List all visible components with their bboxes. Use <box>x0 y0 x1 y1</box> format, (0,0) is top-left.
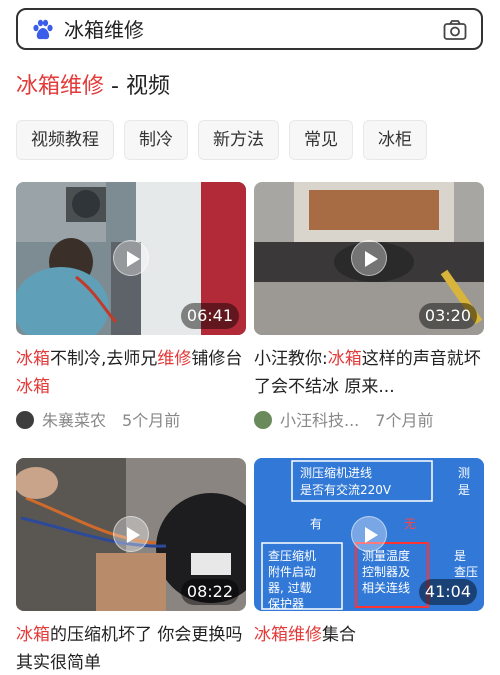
title-text: 铺修台 <box>191 349 243 369</box>
thumb-text: 保护器 <box>268 597 304 611</box>
section-title: 冰箱维修 - 视频 <box>16 72 170 102</box>
play-icon[interactable] <box>113 516 149 552</box>
title-text: 的压缩机坏了 你会更换吗 其实很简单 <box>16 625 243 673</box>
video-meta: 朱襄菜农 5个月前 <box>16 409 246 433</box>
video-title[interactable]: 冰箱维修集合 <box>254 621 484 675</box>
video-card[interactable]: 03:20 小汪教你:冰箱这样的声音就坏了会不结冰 原来... 小汪科技... 7… <box>254 182 484 433</box>
video-thumbnail[interactable]: 06:41 <box>16 182 246 335</box>
video-thumbnail[interactable]: 08:22 <box>16 458 246 611</box>
filter-chips: 视频教程 制冷 新方法 常见 冰柜 <box>16 120 500 162</box>
title-keyword: 冰箱 <box>16 625 50 645</box>
title-text: 不制冷,去师兄 <box>50 349 158 369</box>
video-meta: 小汪科技... 7个月前 <box>254 409 484 433</box>
avatar <box>16 411 34 429</box>
post-time: 5个月前 <box>122 411 181 430</box>
title-keyword: 冰箱维修 <box>254 625 322 645</box>
title-text: 集合 <box>322 625 356 645</box>
section-title-highlight: 冰箱维修 <box>16 74 105 99</box>
video-title[interactable]: 小汪教你:冰箱这样的声音就坏了会不结冰 原来... <box>254 345 484 401</box>
author-name[interactable]: 朱襄菜农 <box>42 411 106 430</box>
avatar <box>254 411 272 429</box>
video-duration: 41:04 <box>418 579 477 605</box>
chip-common[interactable]: 常见 <box>289 120 353 160</box>
post-time: 7个月前 <box>375 411 434 430</box>
title-keyword: 冰箱 <box>16 377 50 397</box>
thumb-text: 是否有交流220V <box>300 482 392 497</box>
thumb-text: 无 <box>404 517 416 531</box>
thumb-text: 是 <box>454 549 466 563</box>
author-name[interactable]: 小汪科技... <box>280 411 359 430</box>
video-card[interactable]: 08:22 冰箱的压缩机坏了 你会更换吗 其实很简单 <box>16 458 246 675</box>
chip-cooling[interactable]: 制冷 <box>124 120 188 160</box>
title-keyword: 冰箱 <box>16 349 50 369</box>
thumb-text: 控制器及 <box>362 565 410 579</box>
chip-freezer[interactable]: 冰柜 <box>363 120 427 160</box>
thumb-text: 附件启动 <box>268 565 316 579</box>
title-keyword: 冰箱 <box>327 349 362 369</box>
video-duration: 08:22 <box>180 579 239 605</box>
title-keyword: 维修 <box>157 349 192 369</box>
video-card[interactable]: 06:41 冰箱不制冷,去师兄维修铺修台冰箱 朱襄菜农 5个月前 <box>16 182 246 433</box>
thumb-text: 测 <box>458 466 470 480</box>
camera-icon[interactable] <box>443 19 467 41</box>
thumb-text: 是 <box>458 483 470 497</box>
video-duration: 03:20 <box>418 303 477 329</box>
play-icon[interactable] <box>113 240 149 276</box>
thumb-text: 有 <box>310 517 322 531</box>
baidu-paw-icon <box>33 19 53 40</box>
search-bar[interactable]: 冰箱维修 <box>16 8 483 50</box>
video-duration: 06:41 <box>180 303 239 329</box>
chip-new-method[interactable]: 新方法 <box>198 120 279 160</box>
title-text: 小汪教你: <box>254 349 328 369</box>
section-title-rest: - 视频 <box>104 74 170 99</box>
thumb-text: 相关连线 <box>362 580 410 595</box>
search-input[interactable]: 冰箱维修 <box>64 18 144 42</box>
thumb-text: 查压缩机 <box>268 548 316 563</box>
video-card[interactable]: 测压缩机进线 是否有交流220V 有 无 查压缩机 附件启动 器, 过载 保护器… <box>254 458 484 675</box>
video-title[interactable]: 冰箱不制冷,去师兄维修铺修台冰箱 <box>16 345 246 401</box>
thumb-text: 测压缩机进线 <box>300 465 372 480</box>
play-icon[interactable] <box>351 516 387 552</box>
play-icon[interactable] <box>351 240 387 276</box>
video-thumbnail[interactable]: 03:20 <box>254 182 484 335</box>
video-thumbnail[interactable]: 测压缩机进线 是否有交流220V 有 无 查压缩机 附件启动 器, 过载 保护器… <box>254 458 484 611</box>
thumb-text: 查压 <box>454 565 478 579</box>
chip-tutorial[interactable]: 视频教程 <box>16 120 114 160</box>
video-title[interactable]: 冰箱的压缩机坏了 你会更换吗 其实很简单 <box>16 621 246 675</box>
thumb-text: 器, 过载 <box>268 581 312 595</box>
